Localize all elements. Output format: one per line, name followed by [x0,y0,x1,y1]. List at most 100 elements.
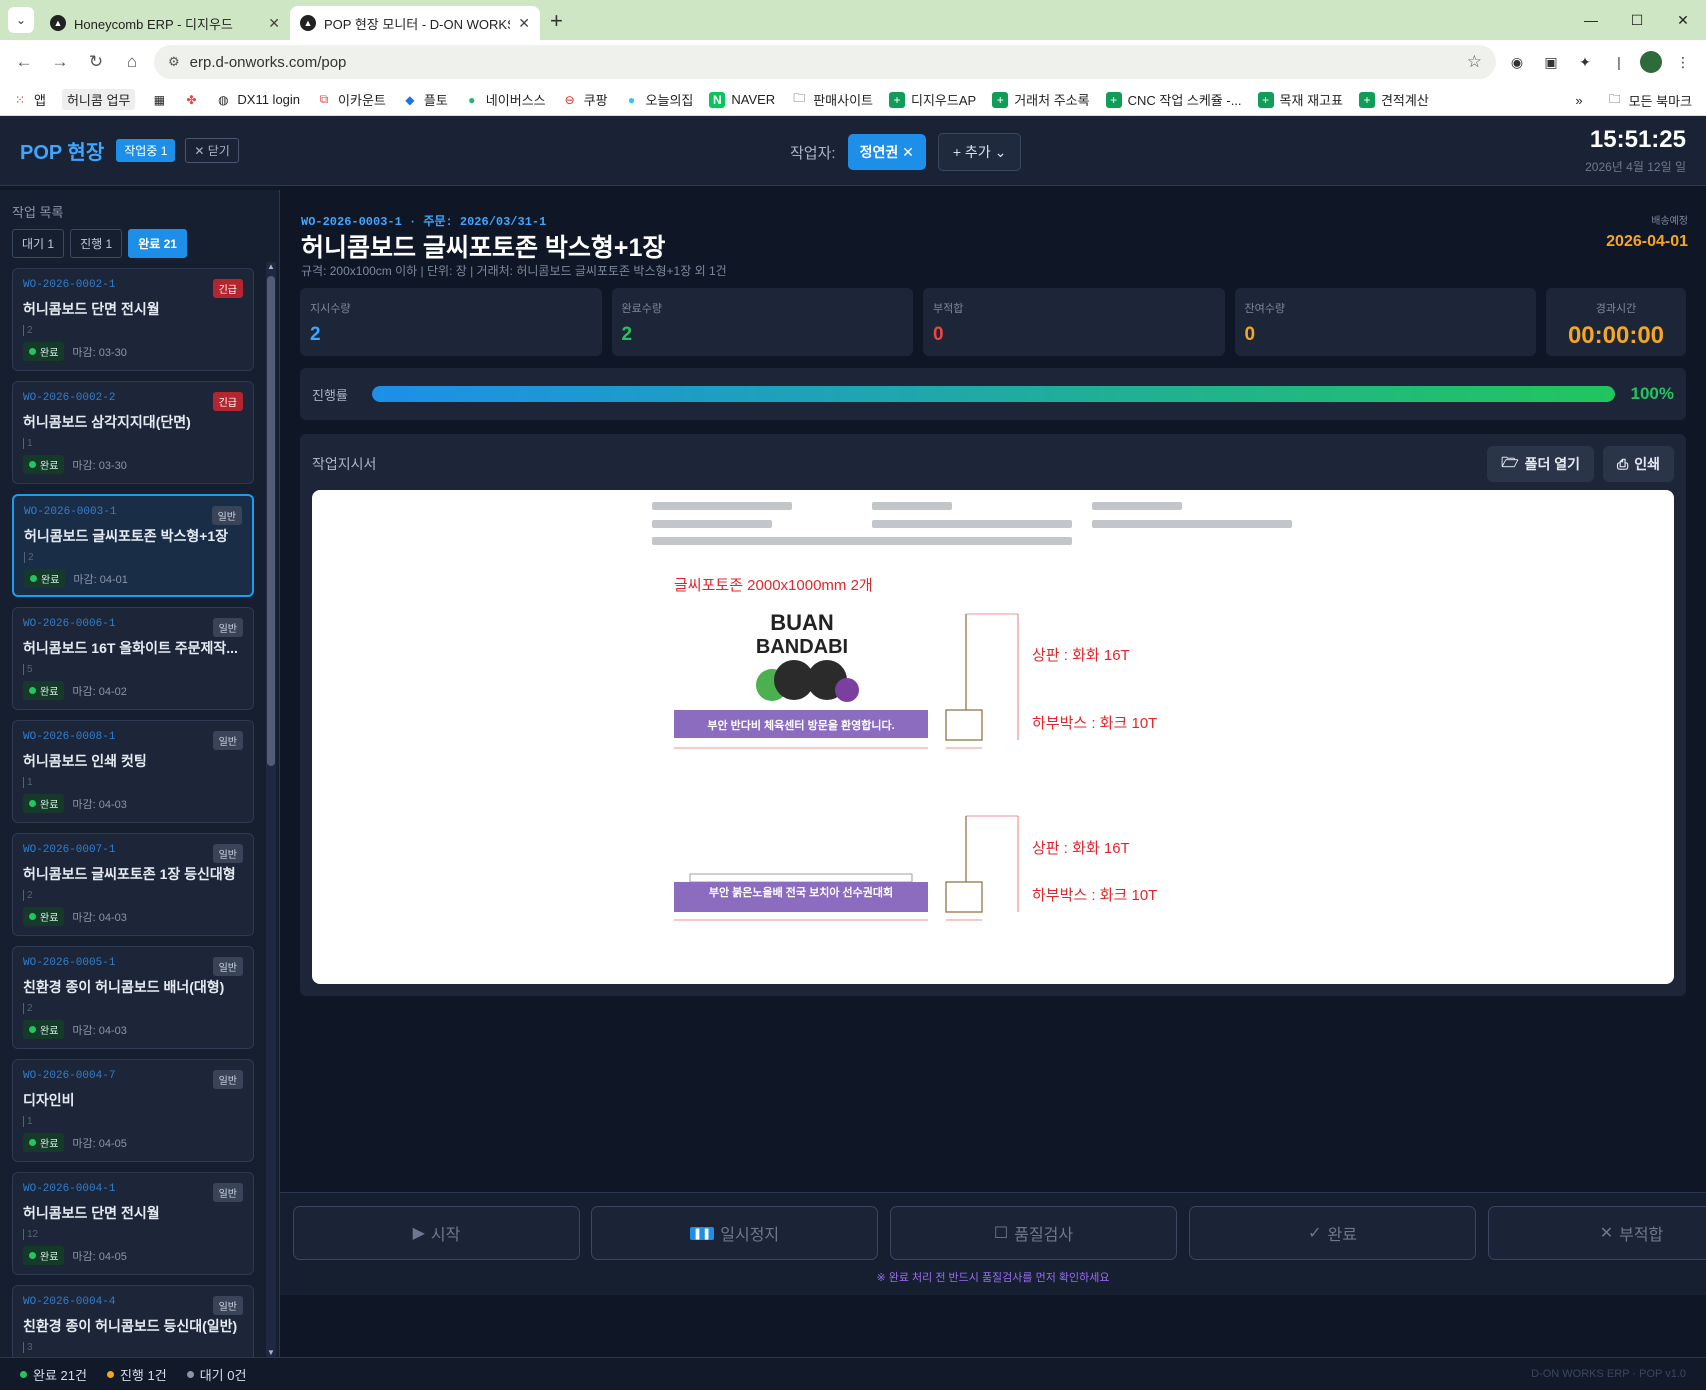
defect-label: 부적합 [1619,1227,1664,1244]
pause-button[interactable]: ❚❚ 일시정지 [591,1206,878,1260]
home-icon[interactable]: ⌂ [118,48,146,76]
sheets-icon: + [1105,91,1122,108]
work-order-card[interactable]: WO-2026-0005-1 일반 친환경 종이 허니콤보드 배너(대형) 2 완료 마감… [12,946,254,1049]
more-menu-icon[interactable]: ⋮ [1670,49,1696,75]
puzzle-icon[interactable]: ✦ [1572,49,1598,75]
scroll-up-icon[interactable]: ▲ [266,262,276,271]
naver-ss-icon: ● [468,92,476,107]
forward-icon[interactable]: → [46,48,74,76]
progress-track [372,386,1615,402]
order-spec: 규격: 200x100cm 이하 | 단위: 장 | 거래처: 허니콤보드 글씨… [301,264,727,278]
status-badge: 완료 [23,455,65,474]
bookmark-coupang[interactable]: ⊖ 쿠팡 [562,90,608,109]
bookmark-ecount[interactable]: ⧉ 이카운트 [316,90,386,109]
bookmark-ohouse[interactable]: ● 오늘의집 [624,90,693,109]
reload-icon[interactable]: ↻ [82,48,110,76]
profile-avatar[interactable] [1640,51,1662,73]
sidebar-scrollbar[interactable]: ▲ ▼ [266,262,276,1357]
complete-button[interactable]: ✓ 완료 [1189,1206,1476,1260]
remove-worker-icon[interactable]: ✕ [902,144,914,160]
work-order-card[interactable]: WO-2026-0004-1 일반 허니콤보드 단면 전시월 12 완료 마감: 04-0… [12,1172,254,1275]
minimize-icon[interactable]: — [1568,0,1614,40]
card-footer: 완료 마감: 04-05 [23,1133,243,1152]
work-order-qty: 1 [23,438,243,449]
logo-text-line1: BUAN [770,610,834,635]
defect-button[interactable]: ✕ 부적합 [1488,1206,1706,1260]
order-title: 허니콤보드 글씨포토존 박스형+1장 [301,234,666,262]
priority-badge: 일반 [211,506,242,525]
bookmark-digiwood-ap[interactable]: + 디지우드AP [889,90,976,109]
top-board-label-2: 상판 : 화화 16T [1032,840,1130,857]
progress-percent: 100% [1630,384,1674,403]
bookmark-honeycomb[interactable]: 허니콤 업무 [61,89,136,110]
browser-tab-pop[interactable]: ▲ POP 현장 모니터 - D-ON WORKS ✕ [290,6,540,40]
all-bookmarks-button[interactable]: 🗀 모든 북마크 [1607,91,1692,110]
back-icon[interactable]: ← [10,48,38,76]
work-order-card[interactable]: WO-2026-0002-1 긴급 허니콤보드 단면 전시월 2 완료 마감: 03-30 [12,268,254,371]
close-button[interactable]: ✕ 닫기 [185,138,239,163]
print-button[interactable]: ⎙ 인쇄 [1603,446,1674,482]
status-filters: 대기 1 진행 1 완료 21 [12,229,279,258]
tab-title: POP 현장 모니터 - D-ON WORKS [324,16,511,32]
work-order-card[interactable]: WO-2026-0004-7 일반 디자인비 1 완료 마감: 04-05 [12,1059,254,1162]
extension-icon[interactable]: ◉ [1504,49,1530,75]
work-order-card[interactable]: WO-2026-0002-2 긴급 허니콤보드 삼각지지대(단면) 1 완료 마감: 03… [12,381,254,484]
quality-check-button[interactable]: ☐ 품질검사 [890,1206,1177,1260]
work-order-card[interactable]: WO-2026-0006-1 일반 허니콤보드 16T 올화이트 주문제작... 5 완… [12,607,254,710]
top-board-label: 상판 : 화화 16T [1032,647,1130,664]
close-tab-icon[interactable]: ✕ [268,15,280,32]
bookmark-plto[interactable]: ◆ 플토 [402,90,448,109]
bookmark-label: 앱 [34,93,46,108]
bookmark-grid[interactable]: ▦ [151,92,167,108]
add-worker-select[interactable]: + 추가 ⌄ [937,133,1022,171]
x-icon: ✕ [1599,1225,1614,1242]
bookmarks-more-button[interactable]: » [1575,93,1582,108]
bookmark-wood-stock[interactable]: + 목재 재고표 [1257,90,1343,109]
bookmark-apps[interactable]: ⁙ 앱 [12,90,46,109]
bookmark-label: CNC 작업 스케쥴 -... [1127,93,1242,108]
scrollbar-thumb[interactable] [267,276,275,766]
new-tab-button[interactable]: + [550,8,563,34]
start-button[interactable]: ▶ 시작 [293,1206,580,1260]
tab-search-button[interactable]: ⌄ [8,7,34,33]
bookmark-star-icon[interactable]: ☆ [1467,52,1482,72]
bookmark-dx11[interactable]: ◍ DX11 login [215,92,300,108]
due-date: 마감: 03-30 [72,346,127,359]
close-tab-icon[interactable]: ✕ [518,15,530,32]
extension-icon[interactable]: ▣ [1538,49,1564,75]
filter-completed[interactable]: 완료 21 [128,229,187,258]
plto-icon: ◆ [405,92,415,107]
work-order-card[interactable]: WO-2026-0004-4일반친환경 종이 허니콤보드 등신대(일반)3완료마… [12,1285,254,1357]
logo-text-line2: BANDABI [756,636,848,658]
card-footer: 완료 마감: 04-03 [23,1020,243,1039]
work-order-qty: 2 [24,552,242,563]
worker-chip[interactable]: 정연권 ✕ [847,134,926,170]
sidebar-title: 작업 목록 [12,205,64,220]
tab-title: Honeycomb ERP - 디지우드 [74,16,233,32]
site-info-icon[interactable]: ⚙ [168,54,180,70]
bookmark-label: 판매사이트 [813,93,874,108]
filter-in-progress[interactable]: 진행 1 [70,229,123,258]
work-order-card[interactable]: WO-2026-0008-1 일반 허니콤보드 인쇄 컷팅 1 완료 마감: 04-03 [12,720,254,823]
open-folder-button[interactable]: 🗁 폴더 열기 [1487,446,1594,482]
work-order-qty: 3 [23,1342,243,1353]
work-order-card[interactable]: WO-2026-0007-1 일반 허니콤보드 글씨포토존 1장 등신대형 2 완료 마감… [12,833,254,936]
bookmark-pinwheel[interactable]: ✤ [183,92,199,108]
filter-waiting[interactable]: 대기 1 [12,229,65,258]
maximize-icon[interactable]: ☐ [1614,0,1660,40]
bookmark-sales-folder[interactable]: 🗀 판매사이트 [791,90,873,109]
scroll-down-icon[interactable]: ▼ [266,1348,276,1357]
apps-grid-icon: ⁙ [14,92,26,107]
close-window-icon[interactable]: ✕ [1660,0,1706,40]
work-order-card[interactable]: WO-2026-0003-1 일반 허니콤보드 글씨포토존 박스형+1장 2 완료 마감:… [12,494,254,597]
bookmark-estimate[interactable]: + 견적계산 [1358,90,1429,109]
bookmark-cnc-schedule[interactable]: + CNC 작업 스케쥴 -... [1105,90,1242,109]
footer-version: D-ON WORKS ERP · POP v1.0 [1531,1368,1686,1380]
url-field[interactable]: ⚙ erp.d-onworks.com/pop ☆ [154,45,1496,79]
bookmark-naver[interactable]: N NAVER [709,91,775,108]
ohouse-icon: ● [627,92,636,107]
bookmark-address-book[interactable]: + 거래처 주소록 [992,90,1090,109]
browser-tab-erp[interactable]: ▲ Honeycomb ERP - 디지우드 ✕ [40,6,290,40]
bookmark-naverss[interactable]: ● 네이버스스 [464,90,545,109]
elapsed-time: 00:00:00 [1567,322,1665,349]
